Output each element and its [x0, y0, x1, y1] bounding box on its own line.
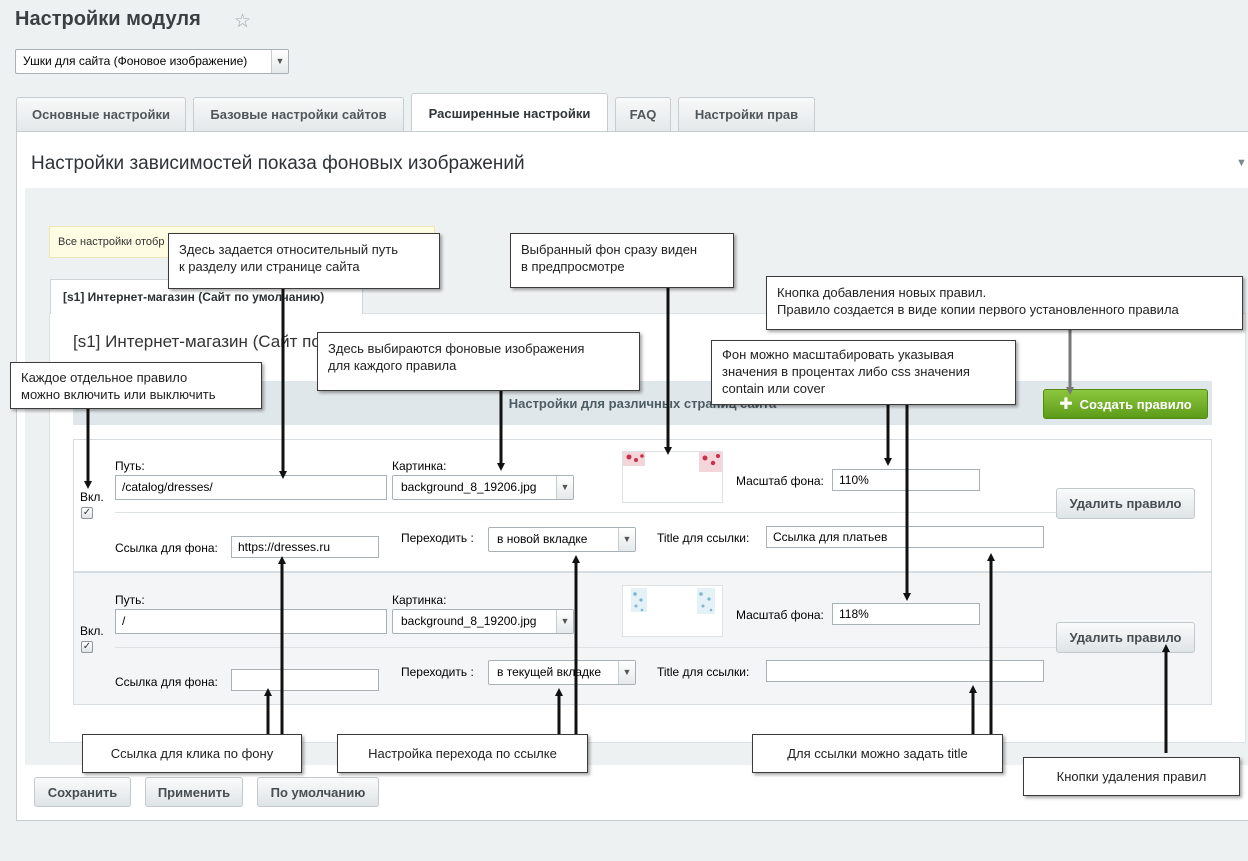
background-preview	[622, 585, 723, 637]
image-select[interactable]: background_8_19206.jpg ▼	[392, 475, 574, 500]
callout-toggle: Каждое отдельное правило можно включить …	[10, 362, 262, 409]
link-input[interactable]	[231, 669, 379, 691]
image-label: Картинка:	[392, 459, 447, 473]
goto-label: Переходить :	[401, 665, 474, 679]
preview-image	[631, 588, 715, 614]
link-input[interactable]: https://dresses.ru	[231, 536, 379, 558]
chevron-down-icon: ▼	[556, 476, 573, 499]
title-label: Title для ссылки:	[657, 665, 750, 679]
path-input[interactable]: /catalog/dresses/	[115, 475, 387, 500]
title-input[interactable]	[766, 660, 1044, 682]
page-title: Настройки модуля	[15, 8, 201, 30]
tab-advanced-settings[interactable]: Расширенные настройки	[411, 93, 608, 133]
goto-select[interactable]: в новой вкладке ▼	[488, 527, 636, 552]
rule-divider	[115, 512, 1145, 513]
goto-label: Переходить :	[401, 531, 474, 545]
create-rule-button[interactable]: ✚ Создать правило	[1043, 389, 1208, 419]
tab-base-site-settings[interactable]: Базовые настройки сайтов	[193, 97, 404, 131]
link-label: Ссылка для фона:	[115, 675, 218, 689]
title-label: Title для ссылки:	[657, 531, 750, 545]
title-input[interactable]: Ссылка для платьев	[766, 526, 1044, 548]
module-select-value: Ушки для сайта (Фоновое изображение)	[23, 54, 248, 68]
scale-label: Масштаб фона:	[736, 474, 824, 488]
callout-delete: Кнопки удаления правил	[1023, 757, 1240, 796]
chevron-down-icon: ▼	[271, 50, 288, 73]
delete-rule-button[interactable]: Удалить правило	[1056, 622, 1195, 653]
callout-create: Кнопка добавления новых правил. Правило …	[766, 276, 1243, 330]
path-input[interactable]: /	[115, 609, 387, 634]
save-button[interactable]: Сохранить	[34, 777, 131, 807]
callout-goto: Настройка перехода по ссылке	[337, 734, 588, 773]
goto-select[interactable]: в текущей вкладке ▼	[488, 660, 636, 685]
callout-title: Для ссылки можно задать title	[752, 734, 1003, 773]
collapse-icon[interactable]: ▼	[1236, 157, 1247, 169]
scale-label: Масштаб фона:	[736, 608, 824, 622]
enabled-label: Вкл.	[80, 490, 104, 504]
chevron-down-icon: ▼	[618, 528, 635, 551]
callout-path: Здесь задается относительный путь к разд…	[168, 233, 440, 289]
rule-divider	[115, 647, 1145, 648]
module-select[interactable]: Ушки для сайта (Фоновое изображение) ▼	[15, 49, 289, 74]
scale-input[interactable]: 110%	[832, 469, 980, 491]
callout-image: Здесь выбираются фоновые изображения для…	[317, 332, 640, 391]
background-preview	[622, 451, 723, 503]
tab-faq[interactable]: FAQ	[615, 97, 671, 131]
apply-button[interactable]: Применить	[145, 777, 243, 807]
tab-permissions[interactable]: Настройки прав	[678, 97, 815, 131]
default-button[interactable]: По умолчанию	[257, 777, 379, 807]
link-label: Ссылка для фона:	[115, 541, 218, 555]
callout-link: Ссылка для клика по фону	[82, 734, 302, 773]
image-select[interactable]: background_8_19200.jpg ▼	[392, 609, 574, 634]
chevron-down-icon: ▼	[618, 661, 635, 684]
scale-input[interactable]: 118%	[832, 603, 980, 625]
star-icon[interactable]: ☆	[234, 10, 251, 33]
preview-image	[623, 452, 722, 502]
tab-main-settings[interactable]: Основные настройки	[16, 97, 186, 131]
enabled-checkbox[interactable]: ✓	[81, 507, 93, 519]
path-label: Путь:	[115, 459, 145, 473]
enabled-checkbox[interactable]: ✓	[81, 641, 93, 653]
image-label: Картинка:	[392, 593, 447, 607]
path-label: Путь:	[115, 593, 145, 607]
plus-icon: ✚	[1059, 396, 1073, 413]
chevron-down-icon: ▼	[556, 610, 573, 633]
callout-scale: Фон можно масштабировать указывая значен…	[711, 340, 1016, 405]
panel-title: Настройки зависимостей показа фоновых из…	[31, 153, 525, 174]
callout-preview: Выбранный фон сразу виден в предпросмотр…	[510, 233, 734, 288]
enabled-label: Вкл.	[80, 624, 104, 638]
delete-rule-button[interactable]: Удалить правило	[1056, 488, 1195, 519]
